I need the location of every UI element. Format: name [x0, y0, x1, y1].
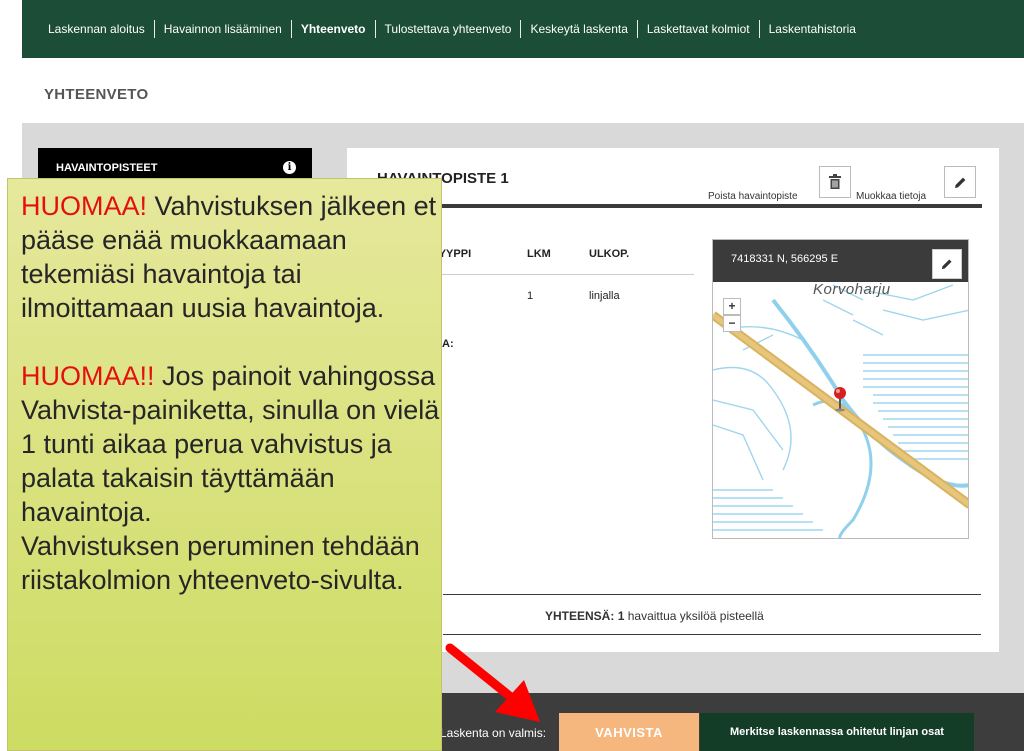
header-count: LKM	[527, 248, 551, 260]
zoom-in-button[interactable]: +	[723, 298, 741, 315]
table-header: TYYPPI LKM ULKOP.	[432, 248, 694, 275]
pencil-icon	[941, 259, 952, 270]
map-coordinates: 7418331 N, 566295 E	[731, 253, 839, 265]
page: Laskennan aloitus Havainnon lisääminen Yht…	[0, 0, 1024, 751]
map-edit-button[interactable]	[932, 249, 962, 279]
map-coordinates-bar: 7418331 N, 566295 E	[713, 240, 968, 282]
pencil-icon	[954, 177, 965, 188]
observations-table: TYYPPI LKM ULKOP. K 1 linjalla	[432, 248, 694, 302]
note-paragraph-3: Vahvistuksen peruminen tehdään riistakol…	[21, 531, 420, 595]
nav-item-6[interactable]: Laskettavat kolmiot	[647, 22, 750, 36]
confirm-button[interactable]: VAHVISTA	[559, 713, 699, 751]
nav-separator	[758, 20, 760, 38]
summary-text: YHTEENSÄ: 1 havaittua yksilöä pisteellä	[545, 609, 764, 623]
summary-top-rule	[443, 594, 981, 595]
trash-icon	[829, 174, 841, 189]
nav-separator	[374, 20, 376, 38]
note-paragraph-1: HUOMAA! Vahvistuksen jälkeen et pääse en…	[21, 189, 441, 325]
note-warning-2: HUOMAA!!	[21, 361, 155, 391]
nav-item-4[interactable]: Tulostettava yhteenveto	[385, 22, 512, 36]
card-divider	[377, 204, 982, 208]
page-title: YHTEENVETO	[44, 86, 149, 103]
zoom-out-button[interactable]: −	[723, 315, 741, 332]
cell-outside: linjalla	[589, 290, 620, 302]
nav-item-1[interactable]: Laskennan aloitus	[48, 22, 145, 36]
delete-point-label: Poista havaintopiste	[708, 191, 798, 202]
note-warning-1: HUOMAA!	[21, 191, 148, 221]
table-row: K 1 linjalla	[432, 275, 694, 302]
nav-separator	[520, 20, 522, 38]
summary-bottom-rule	[443, 634, 981, 635]
map-place-name: Korvoharju	[813, 281, 891, 298]
note-paragraph-2: HUOMAA!! Jos painoit vahingossa Vahvista…	[21, 359, 441, 529]
info-icon[interactable]: i	[283, 161, 296, 174]
extra-label: A:	[442, 338, 454, 350]
observation-point-card: HAVAINTOPISTE 1 Poista havaintopiste Muo…	[347, 148, 999, 652]
observation-points-header: HAVAINTOPISTEET	[56, 162, 158, 174]
map-pin-icon	[834, 387, 846, 412]
top-navigation: Laskennan aloitus Havainnon lisääminen Yht…	[22, 0, 1024, 58]
warning-note: HUOMAA! Vahvistuksen jälkeen et pääse en…	[7, 178, 442, 751]
nav-item-2[interactable]: Havainnon lisääminen	[164, 22, 282, 36]
header-type: TYYPPI	[432, 248, 472, 260]
edit-details-button[interactable]	[944, 166, 976, 198]
delete-point-button[interactable]	[819, 166, 851, 198]
edit-details-label: Muokkaa tietoja	[856, 191, 927, 202]
nav-separator	[636, 20, 638, 38]
summary-label: YHTEENSÄ:	[545, 609, 615, 623]
summary-description: havaittua yksilöä pisteellä	[627, 609, 764, 623]
cell-count: 1	[527, 290, 534, 302]
mark-skipped-segments-button[interactable]: Merkitse laskennassa ohitetut linjan osa…	[700, 713, 974, 751]
red-arrow-icon	[445, 643, 540, 722]
nav-separator	[290, 20, 292, 38]
nav-item-5[interactable]: Keskeytä laskenta	[530, 22, 627, 36]
nav-separator	[153, 20, 155, 38]
ready-label: Laskenta on valmis:	[440, 726, 547, 740]
summary-count: 1	[617, 609, 625, 623]
nav-item-7[interactable]: Laskentahistoria	[769, 22, 856, 36]
map[interactable]: 7418331 N, 566295 E Korvoharju + −	[712, 239, 969, 539]
cell-type: K	[432, 290, 527, 302]
header-outside: ULKOP.	[589, 248, 630, 260]
nav-item-3[interactable]: Yhteenveto	[301, 22, 366, 36]
